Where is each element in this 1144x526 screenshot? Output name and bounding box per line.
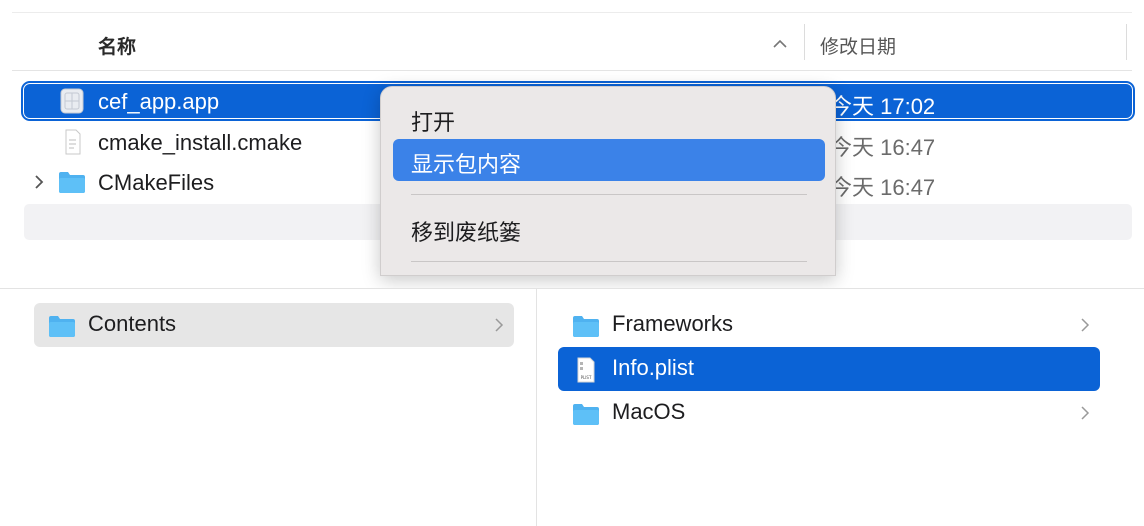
folder-icon (49, 316, 75, 337)
menu-item-label: 显示包内容 (411, 152, 522, 177)
browser-item-label: Info.plist (612, 355, 694, 380)
sort-ascending-icon[interactable] (770, 36, 790, 52)
plist-file-icon: PLIST (577, 357, 595, 383)
column-separator[interactable] (1126, 24, 1127, 60)
top-divider (12, 12, 1132, 13)
app-bundle-icon (60, 88, 84, 114)
menu-item-label: 打开 (411, 110, 456, 135)
column-header-date-modified[interactable]: 修改日期 (820, 32, 896, 59)
chevron-right-icon (495, 318, 504, 332)
browser-item-label: Contents (88, 311, 177, 336)
chevron-right-icon (1081, 406, 1090, 420)
row-date: 今天 16:47 (830, 175, 936, 200)
document-icon (65, 129, 81, 155)
folder-icon (573, 404, 599, 425)
folder-icon (573, 316, 599, 337)
menu-item-show-package-contents[interactable]: 显示包内容 (393, 139, 825, 181)
folder-icon (59, 172, 85, 193)
menu-item-label: 移到废纸篓 (411, 220, 522, 245)
browser-item-macos[interactable]: MacOS (558, 391, 1100, 435)
column-separator[interactable] (804, 24, 805, 60)
header-divider (12, 70, 1132, 71)
browser-item-frameworks[interactable]: Frameworks (558, 303, 1100, 347)
context-menu: 打开 显示包内容 移到废纸篓 (380, 86, 836, 276)
column-browser: Contents Frameworks PLIST Info.plist Mac… (0, 288, 1144, 526)
menu-item-move-to-trash[interactable]: 移到废纸篓 (393, 207, 825, 249)
row-filename: cmake_install.cmake (98, 130, 303, 155)
menu-item-open[interactable]: 打开 (393, 97, 825, 139)
browser-item-info-plist[interactable]: PLIST Info.plist (558, 347, 1100, 391)
chevron-right-icon (1081, 318, 1090, 332)
menu-separator (411, 261, 807, 262)
column-divider[interactable] (536, 289, 537, 526)
row-filename: cef_app.app (98, 89, 220, 114)
menu-separator (411, 194, 807, 195)
row-filename: CMakeFiles (98, 170, 215, 195)
svg-text:PLIST: PLIST (581, 375, 592, 380)
browser-item-contents[interactable]: Contents (34, 303, 514, 347)
list-header: 名称 修改日期 (12, 18, 1132, 68)
row-date: 今天 16:47 (830, 135, 936, 160)
disclosure-triangle-icon[interactable] (32, 173, 46, 191)
browser-item-label: Frameworks (612, 311, 734, 336)
browser-item-label: MacOS (612, 399, 686, 424)
row-date: 今天 17:02 (830, 94, 936, 119)
column-header-name[interactable]: 名称 (98, 32, 136, 59)
